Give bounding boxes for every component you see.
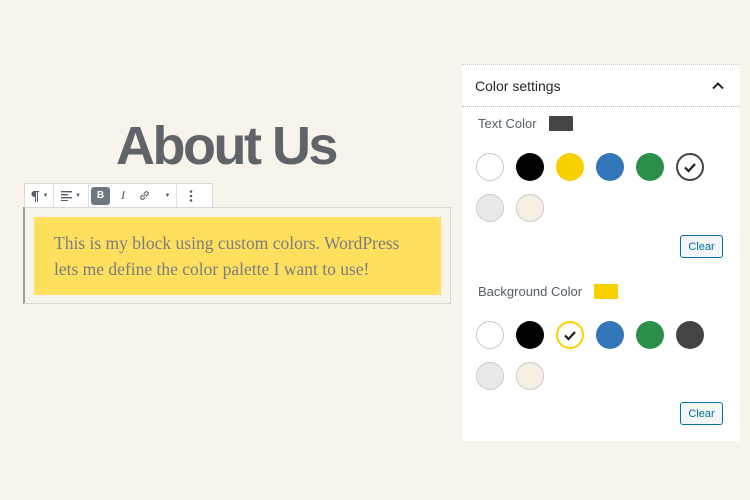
checkmark-icon bbox=[564, 331, 576, 341]
background-color-swatch[interactable] bbox=[516, 321, 544, 349]
background-color-palette bbox=[476, 321, 726, 391]
text-color-swatch[interactable] bbox=[596, 153, 624, 181]
background-color-label: Background Color bbox=[478, 284, 583, 299]
text-color-swatch[interactable] bbox=[516, 153, 544, 181]
text-color-palette bbox=[476, 153, 726, 223]
background-color-clear-button[interactable]: Clear bbox=[680, 402, 723, 425]
more-options-button[interactable] bbox=[177, 184, 205, 207]
block-type-group: ▼ bbox=[25, 184, 54, 207]
paragraph-icon bbox=[31, 190, 39, 202]
background-color-swatch[interactable] bbox=[476, 321, 504, 349]
text-color-swatch[interactable] bbox=[676, 153, 704, 181]
background-color-swatch[interactable] bbox=[636, 321, 664, 349]
color-settings-panel: Color settings Text Color Clear Backgrou… bbox=[462, 64, 740, 441]
text-color-swatch[interactable] bbox=[636, 153, 664, 181]
align-button[interactable]: ▼ bbox=[54, 184, 88, 207]
background-color-swatch[interactable] bbox=[676, 321, 704, 349]
text-color-clear-button[interactable]: Clear bbox=[680, 235, 723, 258]
align-left-icon bbox=[61, 190, 73, 201]
text-color-swatch[interactable] bbox=[476, 194, 504, 222]
options-group bbox=[177, 184, 205, 207]
text-color-swatch[interactable] bbox=[556, 153, 584, 181]
format-group: B I ▼ bbox=[89, 184, 177, 207]
text-color-swatch[interactable] bbox=[516, 194, 544, 222]
chevron-up-icon bbox=[712, 81, 724, 89]
text-color-row: Text Color bbox=[478, 116, 573, 131]
panel-title: Color settings bbox=[475, 77, 561, 94]
text-color-swatch[interactable] bbox=[476, 153, 504, 181]
text-color-indicator bbox=[548, 116, 573, 131]
chevron-down-icon: ▼ bbox=[164, 192, 171, 199]
checkmark-icon bbox=[684, 163, 696, 173]
chevron-down-icon: ▼ bbox=[75, 192, 81, 199]
more-formats-button[interactable]: ▼ bbox=[156, 184, 176, 207]
background-color-swatch[interactable] bbox=[476, 362, 504, 390]
background-color-indicator bbox=[594, 284, 619, 299]
link-icon bbox=[139, 191, 149, 200]
background-color-swatch[interactable] bbox=[596, 321, 624, 349]
text-color-label: Text Color bbox=[478, 116, 537, 131]
background-color-row: Background Color bbox=[478, 284, 619, 299]
paragraph-type-button[interactable]: ▼ bbox=[25, 184, 53, 207]
more-vertical-icon bbox=[189, 189, 193, 202]
page-heading[interactable]: About Us bbox=[116, 114, 338, 178]
alignment-group: ▼ bbox=[54, 184, 89, 207]
chevron-down-icon: ▼ bbox=[42, 192, 49, 199]
paragraph-block[interactable]: This is my block using custom colors. Wo… bbox=[34, 217, 441, 295]
link-button[interactable] bbox=[132, 184, 156, 207]
background-color-swatch[interactable] bbox=[516, 362, 544, 390]
background-color-swatch[interactable] bbox=[556, 321, 584, 349]
color-settings-header[interactable]: Color settings bbox=[462, 64, 740, 107]
italic-button[interactable]: I bbox=[114, 184, 132, 207]
bold-button[interactable]: B bbox=[91, 186, 110, 205]
block-toolbar: ▼ ▼ B I ▼ bbox=[24, 183, 213, 208]
